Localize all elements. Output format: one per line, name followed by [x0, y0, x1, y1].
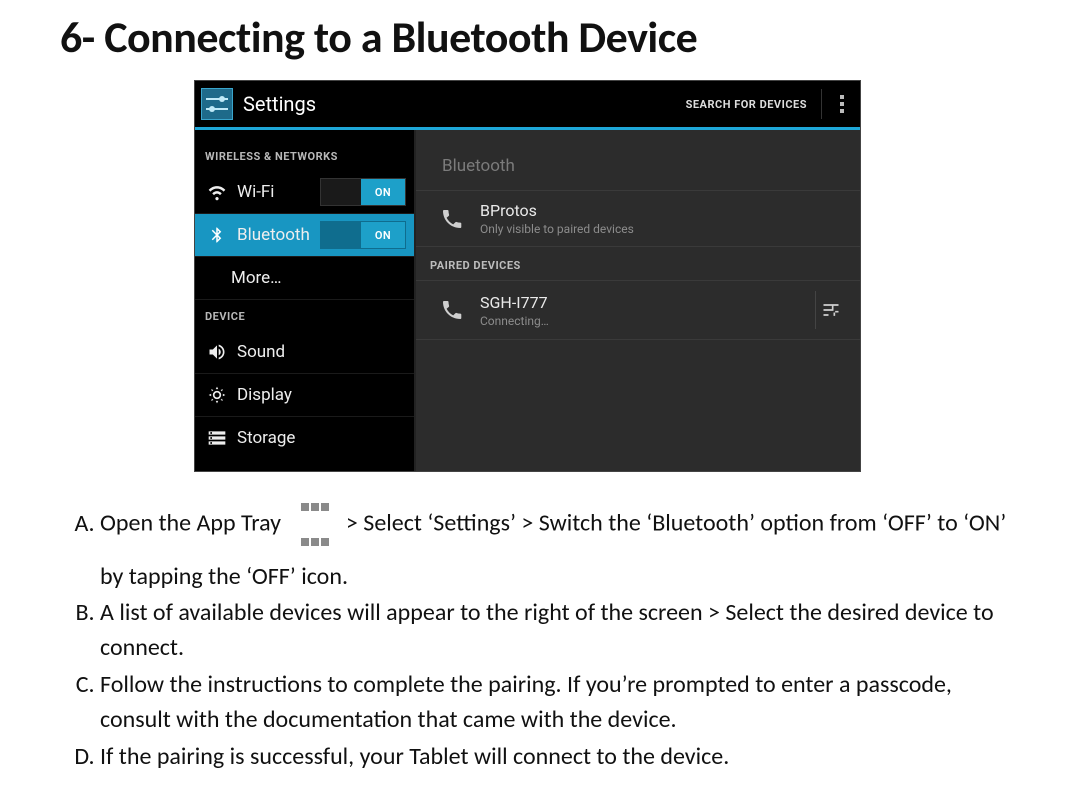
sidebar-item-display[interactable]: Display	[195, 374, 414, 417]
sidebar-item-sound[interactable]: Sound	[195, 331, 414, 374]
section-wireless-networks: WIRELESS & NETWORKS	[195, 130, 414, 171]
search-for-devices-button[interactable]: SEARCH FOR DEVICES	[672, 98, 821, 111]
sidebar-item-storage[interactable]: Storage	[195, 417, 414, 459]
bluetooth-icon	[205, 226, 229, 244]
step-a: Open the App Tray > Select ‘Settings’ > …	[100, 490, 1026, 594]
step-d: If the pairing is successful, your Table…	[100, 740, 1026, 775]
sidebar-item-bluetooth[interactable]: Bluetooth ON	[195, 214, 414, 257]
wifi-toggle[interactable]: ON	[320, 178, 406, 206]
sound-icon	[205, 342, 229, 362]
device-row-self[interactable]: BProtos Only visible to paired devices	[416, 191, 860, 247]
step-c: Follow the instructions to complete the …	[100, 668, 1026, 738]
wifi-label: Wi-Fi	[237, 182, 320, 202]
action-bar-title: Settings	[243, 92, 316, 116]
self-device-sub: Only visible to paired devices	[480, 222, 846, 236]
display-label: Display	[237, 385, 406, 405]
display-icon	[205, 385, 229, 405]
overflow-menu-icon[interactable]	[821, 89, 854, 119]
paired-device-sub: Connecting…	[480, 314, 815, 328]
page-title: 6- Connecting to a Bluetooth Device	[0, 0, 1080, 64]
sound-label: Sound	[237, 342, 406, 362]
sidebar-item-wifi[interactable]: Wi-Fi ON	[195, 171, 414, 214]
device-row-paired[interactable]: SGH-I777 Connecting…	[416, 281, 860, 340]
paired-devices-header: PAIRED DEVICES	[416, 247, 860, 281]
step-b: A list of available devices will appear …	[100, 596, 1026, 666]
section-device: DEVICE	[195, 300, 414, 331]
bluetooth-toggle[interactable]: ON	[320, 221, 406, 249]
bluetooth-label: Bluetooth	[237, 225, 320, 245]
android-settings-screenshot: Settings SEARCH FOR DEVICES WIRELESS & N…	[194, 80, 861, 472]
phone-icon	[434, 298, 470, 322]
settings-sidebar: WIRELESS & NETWORKS Wi-Fi ON Bluetooth	[195, 130, 416, 471]
storage-label: Storage	[237, 428, 406, 448]
paired-device-name: SGH-I777	[480, 293, 815, 312]
settings-sliders-icon	[201, 88, 233, 120]
bluetooth-pane: Bluetooth BProtos Only visible to paired…	[416, 130, 860, 471]
self-device-name: BProtos	[480, 201, 846, 220]
storage-icon	[205, 428, 229, 448]
right-pane-title: Bluetooth	[416, 130, 860, 191]
more-label: More…	[231, 268, 406, 288]
instruction-list: Open the App Tray > Select ‘Settings’ > …	[60, 490, 1026, 776]
action-bar: Settings SEARCH FOR DEVICES	[195, 81, 860, 130]
wifi-icon	[205, 182, 229, 202]
phone-icon	[434, 207, 470, 231]
apps-grid-icon	[300, 488, 330, 558]
device-settings-icon[interactable]	[815, 291, 846, 329]
sidebar-item-more[interactable]: More…	[195, 257, 414, 300]
